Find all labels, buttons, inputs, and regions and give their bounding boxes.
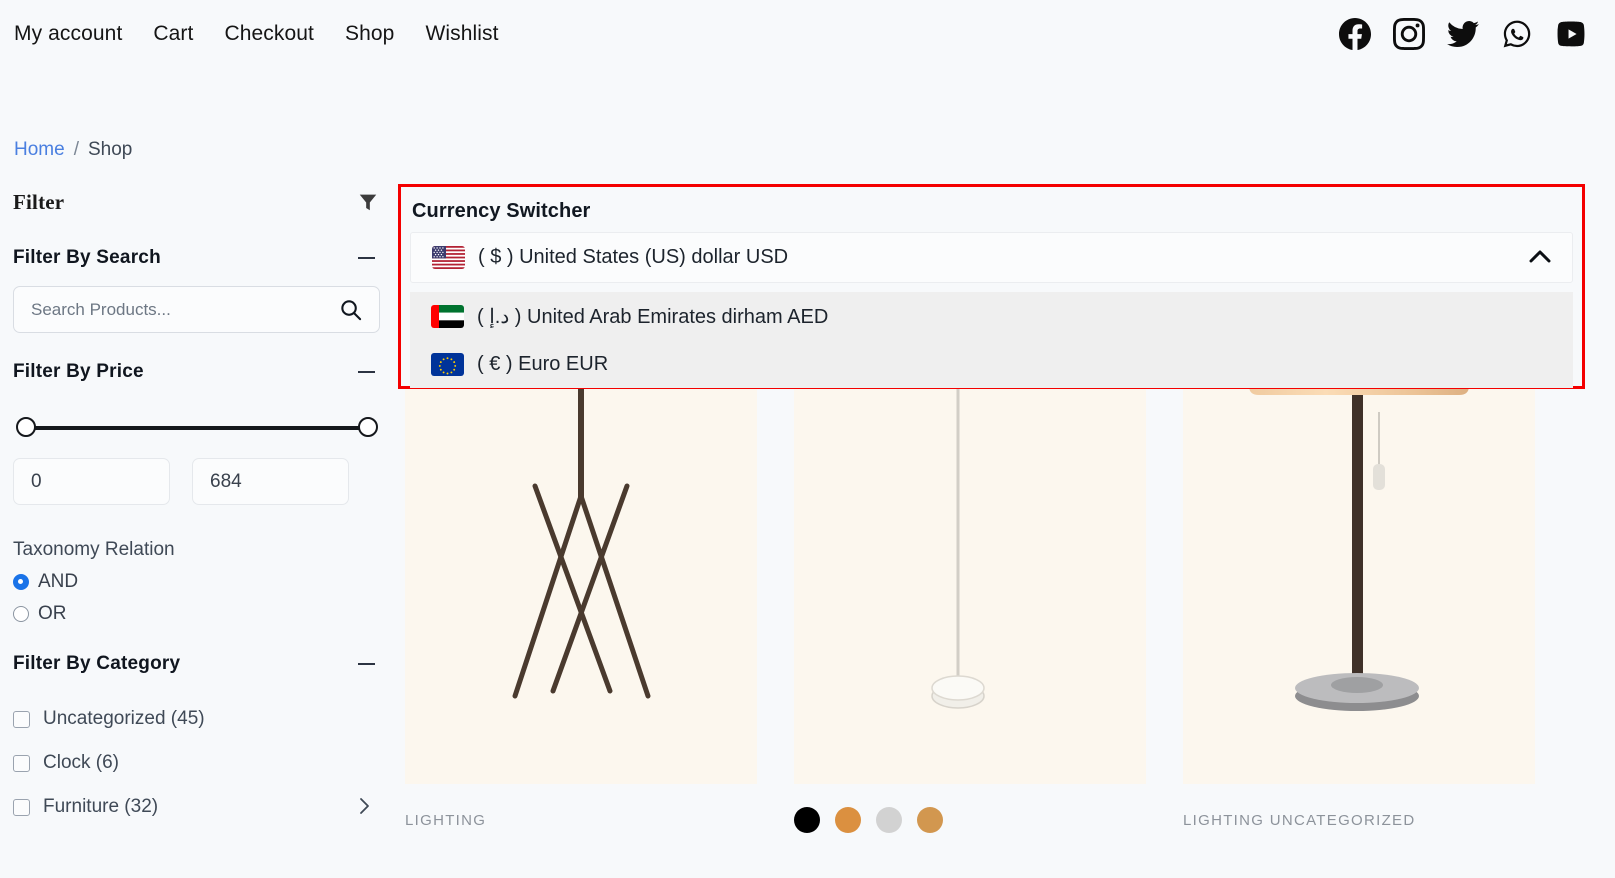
currency-option-aed[interactable]: ( د.إ ) United Arab Emirates dirham AED <box>410 292 1573 340</box>
search-field-wrapper <box>13 286 380 333</box>
us-flag-icon <box>432 246 465 269</box>
search-input[interactable] <box>13 286 380 333</box>
filter-by-category-header[interactable]: Filter By Category <box>13 653 379 675</box>
radio-and-label: AND <box>38 571 79 592</box>
product-color-swatches <box>794 807 943 833</box>
filter-header: Filter <box>13 185 379 219</box>
whatsapp-icon[interactable] <box>1501 18 1533 50</box>
filter-by-price-header[interactable]: Filter By Price <box>13 361 379 383</box>
primary-nav: My account Cart Checkout Shop Wishlist <box>14 22 499 46</box>
currency-switcher-panel: Currency Switcher ($) United States (U… <box>398 184 1585 389</box>
checkbox-clock[interactable] <box>13 754 30 772</box>
price-slider-rail <box>25 426 369 430</box>
filter-title: Filter <box>13 189 65 214</box>
breadcrumb-current: Shop <box>87 139 133 160</box>
checkbox-furniture[interactable] <box>13 798 30 816</box>
radio-or[interactable] <box>13 606 29 622</box>
currency-selected-label: ( $ ) United States (US) dollar USD <box>478 246 789 268</box>
filter-by-price-section: Filter By Price <box>13 361 379 505</box>
taxonomy-option-and[interactable]: AND <box>13 571 379 593</box>
price-slider-min-handle[interactable] <box>16 417 36 437</box>
checkbox-uncategorized[interactable] <box>13 710 30 728</box>
currency-option-label: ( € ) Euro EUR <box>477 352 609 375</box>
ae-flag-icon <box>431 304 464 328</box>
radio-and[interactable] <box>13 574 29 590</box>
taxonomy-relation-label: Taxonomy Relation <box>13 539 175 560</box>
currency-switcher-title: Currency Switcher <box>412 200 591 222</box>
price-range-slider[interactable] <box>13 417 381 439</box>
product-category: LIGHTING UNCATEGORIZED <box>1183 811 1416 829</box>
nav-item-checkout[interactable]: Checkout <box>224 22 314 46</box>
currency-option-label: ( د.إ ) United Arab Emirates dirham AED <box>477 305 829 328</box>
top-bar: My account Cart Checkout Shop Wishlist <box>0 0 1615 68</box>
currency-switcher-options: ( د.إ ) United Arab Emirates dirham AED <box>410 292 1573 388</box>
currency-option-eur[interactable]: ( € ) Euro EUR <box>410 340 1573 388</box>
filter-by-category-title: Filter By Category <box>13 653 181 674</box>
filter-sidebar: Filter Filter By Search Filter By Price <box>0 185 392 829</box>
instagram-icon[interactable] <box>1393 18 1425 50</box>
color-swatch-black[interactable] <box>794 807 820 833</box>
color-swatch-tan[interactable] <box>917 807 943 833</box>
chevron-right-icon[interactable] <box>358 797 370 815</box>
color-swatch-orange[interactable] <box>835 807 861 833</box>
nav-item-wishlist[interactable]: Wishlist <box>425 22 498 46</box>
category-label: Furniture (32) <box>43 796 159 817</box>
minus-icon[interactable] <box>358 257 375 259</box>
breadcrumb-home[interactable]: Home <box>14 139 65 161</box>
minus-icon[interactable] <box>358 371 375 373</box>
color-swatch-light-gray[interactable] <box>876 807 902 833</box>
nav-item-cart[interactable]: Cart <box>153 22 193 46</box>
radio-or-label: OR <box>38 603 67 624</box>
price-slider-max-handle[interactable] <box>358 417 378 437</box>
facebook-icon[interactable] <box>1339 18 1371 50</box>
price-max-input[interactable] <box>192 458 349 505</box>
shop-page: My account Cart Checkout Shop Wishlist H… <box>0 0 1615 878</box>
category-list: Uncategorized (45) Clock (6) Furniture (… <box>13 697 379 829</box>
category-label: Clock (6) <box>43 752 120 773</box>
breadcrumb: Home / Shop <box>14 139 132 161</box>
category-item-uncategorized[interactable]: Uncategorized (45) <box>13 697 380 741</box>
eu-flag-icon <box>431 352 464 376</box>
nav-item-shop[interactable]: Shop <box>345 22 394 46</box>
filter-by-search-header[interactable]: Filter By Search <box>13 247 379 269</box>
price-inputs <box>13 458 379 505</box>
product-meta: LIGHTING <box>405 784 757 856</box>
youtube-icon[interactable] <box>1555 18 1587 50</box>
social-links <box>1339 18 1587 50</box>
category-label: Uncategorized (45) <box>43 708 205 729</box>
nav-item-my-account[interactable]: My account <box>14 22 122 46</box>
filter-by-price-title: Filter By Price <box>13 361 144 382</box>
twitter-icon[interactable] <box>1447 18 1479 50</box>
minus-icon[interactable] <box>358 663 375 665</box>
price-min-input[interactable] <box>13 458 170 505</box>
taxonomy-relation-group: Taxonomy Relation AND OR <box>13 539 379 625</box>
category-item-furniture[interactable]: Furniture (32) <box>13 785 380 829</box>
filter-by-search-section: Filter By Search <box>13 247 380 333</box>
breadcrumb-separator: / <box>73 139 79 160</box>
filter-by-category-section: Filter By Category Uncategorized (45) Cl… <box>13 653 379 829</box>
filter-by-search-title: Filter By Search <box>13 247 161 268</box>
category-item-clock[interactable]: Clock (6) <box>13 741 380 785</box>
taxonomy-option-or[interactable]: OR <box>13 603 379 625</box>
search-icon[interactable] <box>339 298 362 321</box>
product-meta: LIGHTING UNCATEGORIZED <box>1183 784 1535 856</box>
product-meta <box>794 784 1146 856</box>
product-category: LIGHTING <box>405 811 487 829</box>
chevron-up-icon[interactable] <box>1527 247 1553 267</box>
funnel-icon[interactable] <box>357 191 379 213</box>
currency-switcher-selected[interactable]: ( $ ) United States (US) dollar USD <box>410 232 1573 283</box>
